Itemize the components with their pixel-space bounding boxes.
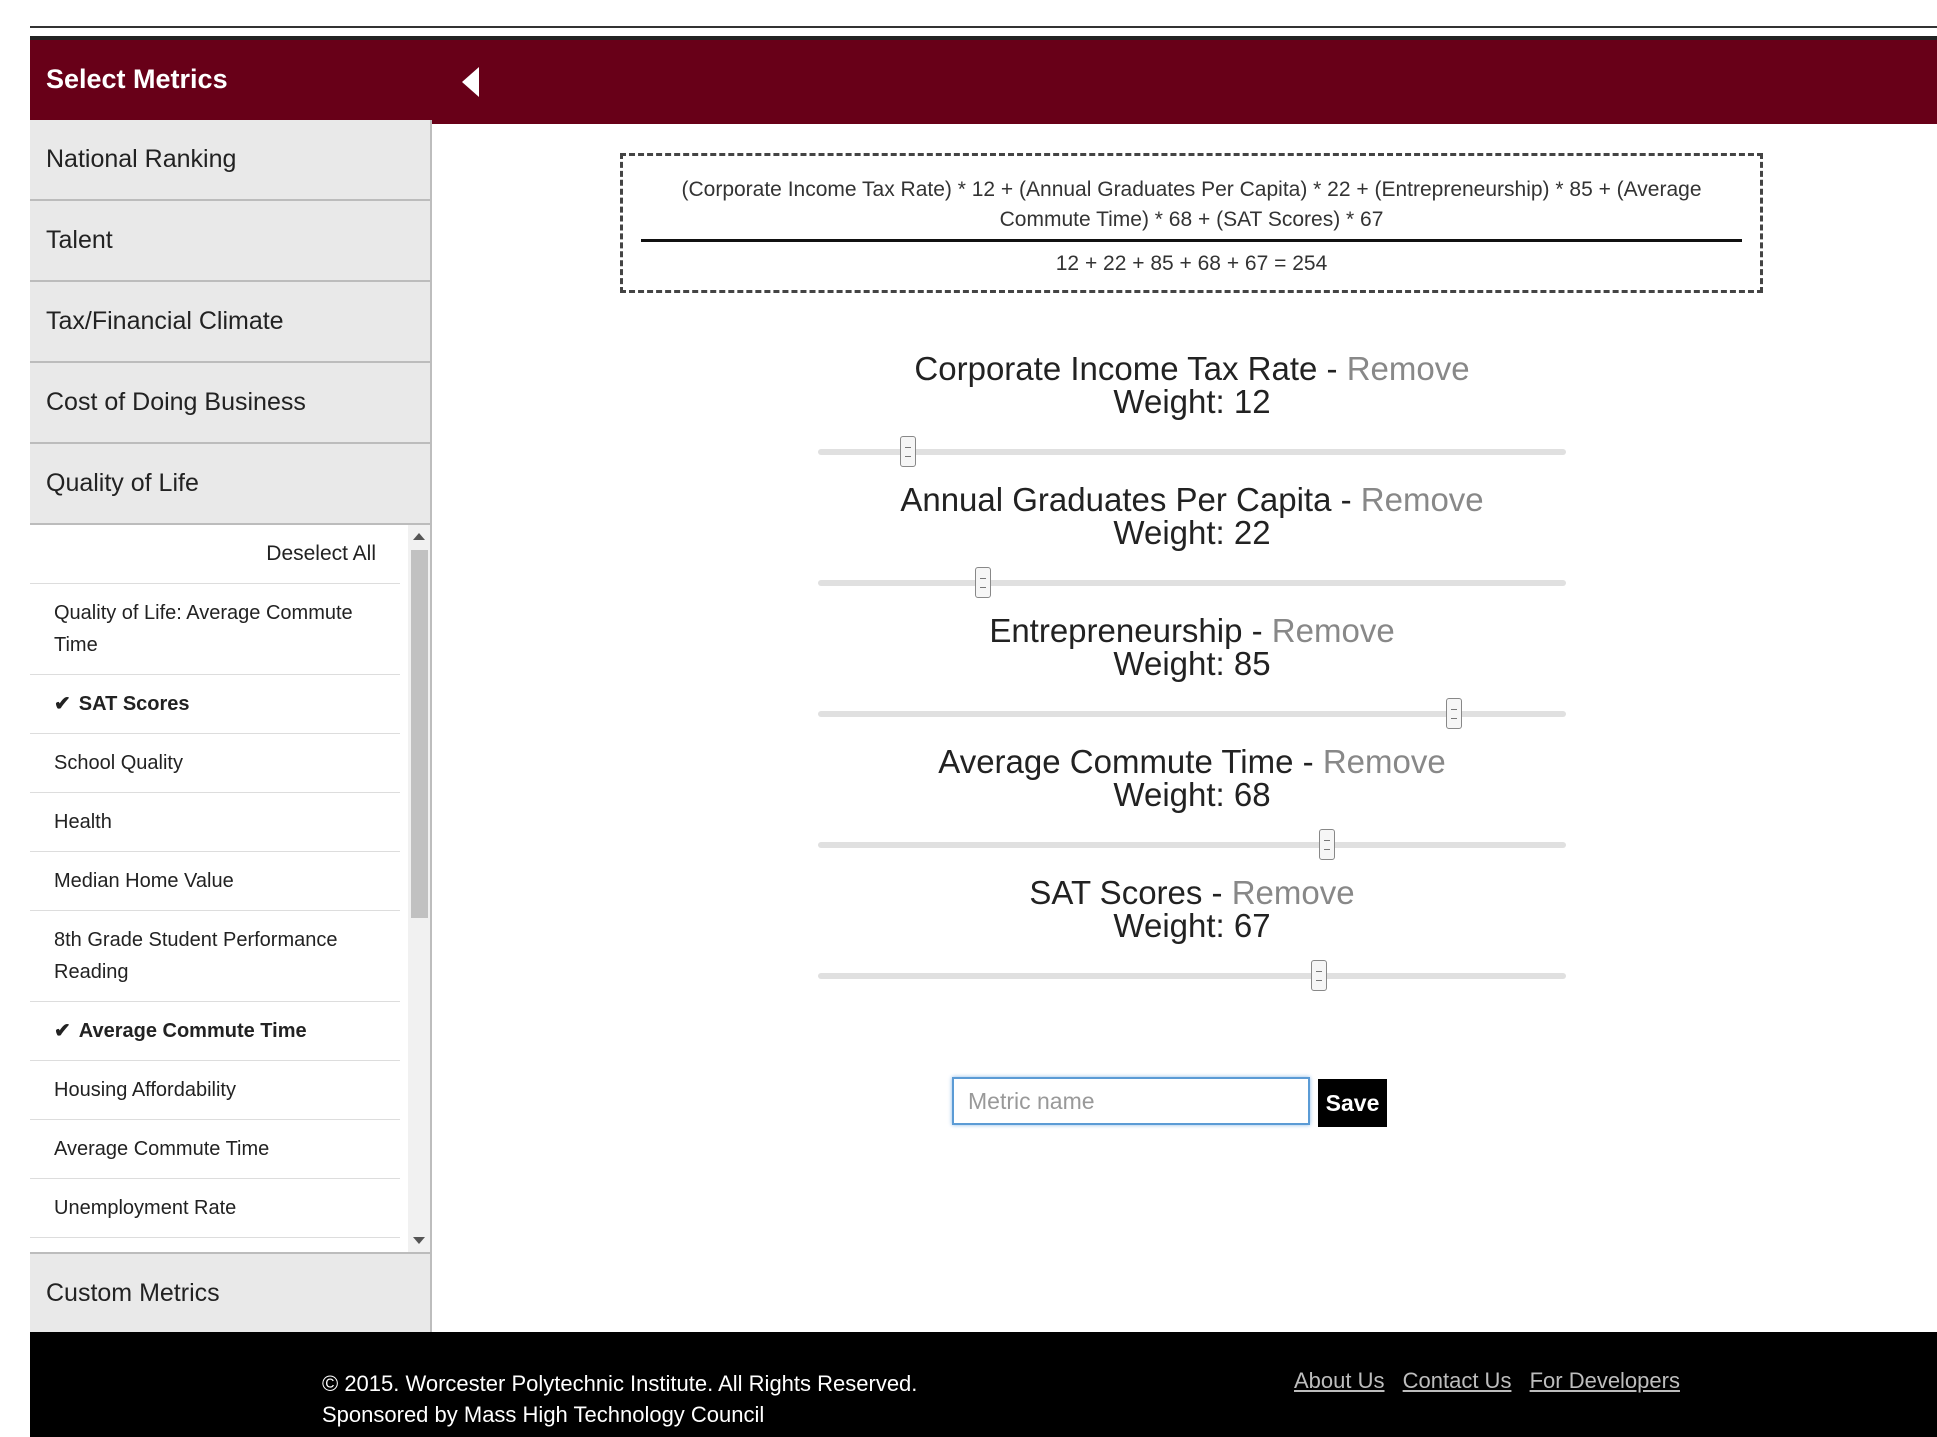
submenu-item-label: Quality of Life: Average Commute Time: [54, 602, 353, 656]
metric-weight-block: SAT Scores - Remove Weight: 67: [818, 876, 1566, 1007]
submenu-item-label: SAT Scores: [78, 693, 190, 715]
header-title: Select Metrics: [46, 64, 228, 94]
category-cost-of-doing-business[interactable]: Cost of Doing Business: [30, 363, 430, 444]
checkmark-icon: ✔: [54, 1020, 71, 1042]
weight-label: Weight: 12: [1113, 383, 1271, 420]
submenu-item[interactable]: 8th Grade Student Performance Reading: [30, 911, 400, 1002]
sponsor-text: Sponsored by Mass High Technology Counci…: [322, 1402, 765, 1427]
submenu-item-label: School Quality: [54, 752, 183, 774]
metric-name: Average Commute Time: [938, 743, 1294, 780]
metric-weight-block: Corporate Income Tax Rate - Remove Weigh…: [818, 352, 1566, 483]
metric-name-input[interactable]: [952, 1077, 1310, 1125]
submenu-item-label: Average Commute Time: [54, 1138, 270, 1160]
slider-handle[interactable]: [1311, 960, 1328, 991]
scrollbar-thumb[interactable]: [411, 550, 428, 918]
metric-weights: Corporate Income Tax Rate - Remove Weigh…: [818, 352, 1566, 1007]
submenu-item[interactable]: Health: [30, 793, 400, 852]
copyright-text: © 2015. Worcester Polytechnic Institute.…: [322, 1371, 918, 1396]
submenu-item-label: Unemployment Rate: [54, 1197, 237, 1219]
weight-label: Weight: 67: [1113, 907, 1271, 944]
submenu-item-label: Housing Affordability: [54, 1079, 236, 1101]
submenu-item-label: 8th Grade Student Performance Reading: [54, 929, 338, 983]
contact-us-link[interactable]: Contact Us: [1403, 1368, 1512, 1393]
save-button[interactable]: Save: [1318, 1079, 1387, 1127]
weight-slider[interactable]: [818, 567, 1566, 598]
footer: © 2015. Worcester Polytechnic Institute.…: [30, 1332, 1937, 1437]
submenu-item[interactable]: ✔ Average Commute Time: [30, 1002, 400, 1061]
submenu-item[interactable]: Average Commute Time: [30, 1120, 400, 1179]
formula-denominator: 12 + 22 + 85 + 68 + 67 = 254: [1055, 252, 1328, 275]
weight-label: Weight: 85: [1113, 645, 1271, 682]
scroll-up-arrow-icon[interactable]: [413, 533, 425, 540]
submenu-item[interactable]: Housing Affordability: [30, 1061, 400, 1120]
weight-label: Weight: 22: [1113, 514, 1271, 551]
weight-label: Weight: 68: [1113, 776, 1271, 813]
weight-slider[interactable]: [818, 829, 1566, 860]
footer-links: About Us Contact Us For Developers: [1294, 1368, 1692, 1394]
weight-slider[interactable]: [818, 436, 1566, 467]
weight-slider[interactable]: [818, 698, 1566, 729]
category-national-ranking[interactable]: National Ranking: [30, 120, 430, 201]
metric-weight-block: Average Commute Time - Remove Weight: 68: [818, 745, 1566, 876]
slider-handle[interactable]: [899, 436, 916, 467]
fraction-line: [641, 239, 1742, 242]
sidebar: National Ranking Talent Tax/Financial Cl…: [30, 120, 432, 1332]
remove-metric-link[interactable]: Remove: [1272, 612, 1395, 649]
metric-weight-block: Entrepreneurship - Remove Weight: 85: [818, 614, 1566, 745]
footer-copyright: © 2015. Worcester Polytechnic Institute.…: [322, 1368, 917, 1430]
remove-metric-link[interactable]: Remove: [1232, 874, 1355, 911]
formula-numerator: (Corporate Income Tax Rate) * 12 + (Annu…: [681, 178, 1702, 231]
formula-box: (Corporate Income Tax Rate) * 12 + (Annu…: [620, 153, 1763, 293]
remove-metric-link[interactable]: Remove: [1323, 743, 1446, 780]
metric-weight-block: Annual Graduates Per Capita - Remove Wei…: [818, 483, 1566, 614]
submenu-item-label: Average Commute Time: [78, 1020, 307, 1042]
caret-left-icon[interactable]: [462, 67, 479, 97]
submenu-item[interactable]: Unemployment Rate: [30, 1179, 400, 1238]
scroll-down-arrow-icon[interactable]: [413, 1237, 425, 1244]
deselect-all-button[interactable]: Deselect All: [30, 525, 400, 584]
category-custom-metrics[interactable]: Custom Metrics: [30, 1252, 430, 1332]
metric-name: Corporate Income Tax Rate: [914, 350, 1318, 387]
submenu-scrollbar[interactable]: [408, 525, 430, 1252]
submenu-item-label: Health: [54, 811, 112, 833]
weight-slider[interactable]: [818, 960, 1566, 991]
category-quality-of-life[interactable]: Quality of Life: [30, 444, 430, 525]
submenu-item[interactable]: Quality of Life: Average Commute Time: [30, 584, 400, 675]
slider-handle[interactable]: [974, 567, 991, 598]
checkmark-icon: ✔: [54, 693, 71, 715]
metric-name: Entrepreneurship: [989, 612, 1243, 649]
submenu-item[interactable]: ✔ SAT Scores: [30, 675, 400, 734]
quality-of-life-submenu: Deselect All Quality of Life: Average Co…: [30, 525, 430, 1252]
slider-handle[interactable]: [1318, 829, 1335, 860]
about-us-link[interactable]: About Us: [1294, 1368, 1385, 1393]
category-tax-financial-climate[interactable]: Tax/Financial Climate: [30, 282, 430, 363]
submenu-item[interactable]: Median Home Value: [30, 852, 400, 911]
remove-metric-link[interactable]: Remove: [1347, 350, 1470, 387]
metric-name: SAT Scores: [1029, 874, 1203, 911]
header-bar: Select Metrics: [30, 36, 1937, 124]
metric-name: Annual Graduates Per Capita: [900, 481, 1332, 518]
top-divider: [30, 26, 1937, 28]
remove-metric-link[interactable]: Remove: [1361, 481, 1484, 518]
category-talent[interactable]: Talent: [30, 201, 430, 282]
for-developers-link[interactable]: For Developers: [1530, 1368, 1680, 1393]
submenu-item-label: Median Home Value: [54, 870, 234, 892]
submenu-item[interactable]: School Quality: [30, 734, 400, 793]
slider-handle[interactable]: [1445, 698, 1462, 729]
